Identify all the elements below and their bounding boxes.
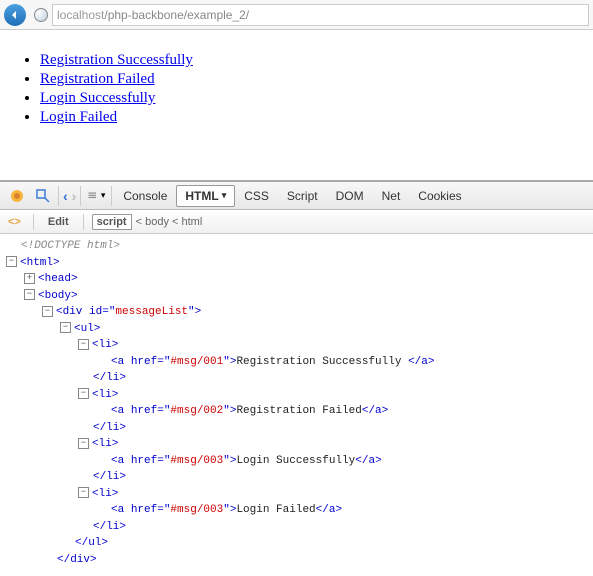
- tag-li-close[interactable]: </li>: [93, 372, 126, 384]
- html-tree[interactable]: <!DOCTYPE html> −<html> +<head> −<body> …: [0, 234, 593, 572]
- message-link[interactable]: Registration Successfully: [40, 52, 193, 68]
- twisty-icon[interactable]: −: [78, 438, 89, 449]
- tag-li-close[interactable]: </li>: [93, 422, 126, 434]
- tag-li[interactable]: <li>: [92, 389, 118, 401]
- chevron-down-icon: ▾: [101, 190, 106, 201]
- site-icon: [34, 8, 48, 22]
- twisty-icon[interactable]: −: [60, 322, 71, 333]
- text-node[interactable]: Login Successfully: [236, 455, 355, 467]
- twisty-icon[interactable]: −: [42, 306, 53, 317]
- message-list: Registration Successfully Registration F…: [40, 52, 583, 126]
- separator: [83, 214, 84, 230]
- tab-css[interactable]: CSS: [235, 185, 278, 207]
- twisty-icon[interactable]: −: [78, 487, 89, 498]
- message-link[interactable]: Registration Failed: [40, 71, 155, 87]
- twisty-icon[interactable]: +: [24, 273, 35, 284]
- tab-console[interactable]: Console: [114, 185, 176, 207]
- tab-script[interactable]: Script: [278, 185, 327, 207]
- tag-body[interactable]: <body>: [38, 290, 78, 302]
- tab-html[interactable]: HTML ▾: [176, 185, 235, 207]
- url-path: /php-backbone/example_2/: [104, 8, 249, 22]
- breadcrumb-rest[interactable]: < body < html: [136, 215, 203, 229]
- tag-ul-close[interactable]: </ul>: [75, 537, 108, 549]
- devtools-subbar: <> Edit script < body < html: [0, 210, 593, 234]
- twisty-icon[interactable]: −: [6, 256, 17, 267]
- list-item: Login Successfully: [40, 90, 583, 107]
- list-item: Registration Successfully: [40, 52, 583, 69]
- tag-a[interactable]: <a href="#msg/003">: [111, 455, 236, 467]
- chevron-down-icon: ▾: [222, 190, 227, 201]
- tag-a[interactable]: <a href="#msg/003">: [111, 504, 236, 516]
- history-back-icon[interactable]: ‹: [61, 188, 70, 204]
- tag-li-close[interactable]: </li>: [93, 471, 126, 483]
- inspect-icon[interactable]: [34, 187, 52, 205]
- devtools-panel: ‹ › ▾ Console HTML ▾ CSS Script DOM Net C…: [0, 180, 593, 572]
- menu-icon[interactable]: ▾: [87, 187, 105, 205]
- tag-li[interactable]: <li>: [92, 438, 118, 450]
- breadcrumb-current[interactable]: script: [92, 214, 132, 230]
- tag-li[interactable]: <li>: [92, 339, 118, 351]
- list-item: Login Failed: [40, 109, 583, 126]
- tab-html-label: HTML: [185, 189, 218, 203]
- tag-li[interactable]: <li>: [92, 488, 118, 500]
- page-content: Registration Successfully Registration F…: [0, 30, 593, 180]
- history-forward-icon[interactable]: ›: [70, 188, 79, 204]
- tag-a[interactable]: <a href="#msg/001">: [111, 356, 236, 368]
- separator: [58, 186, 59, 206]
- devtools-toolbar: ‹ › ▾ Console HTML ▾ CSS Script DOM Net C…: [0, 182, 593, 210]
- twisty-icon[interactable]: −: [24, 289, 35, 300]
- tab-cookies[interactable]: Cookies: [409, 185, 470, 207]
- back-button[interactable]: [4, 4, 26, 26]
- edit-button[interactable]: Edit: [42, 216, 75, 228]
- tag-html[interactable]: <html>: [20, 257, 60, 269]
- twisty-icon[interactable]: −: [78, 339, 89, 350]
- tag-a[interactable]: <a href="#msg/002">: [111, 405, 236, 417]
- separator: [33, 214, 34, 230]
- text-node[interactable]: Login Failed: [236, 504, 315, 516]
- tab-dom[interactable]: DOM: [327, 185, 373, 207]
- message-link[interactable]: Login Successfully: [40, 90, 155, 106]
- tag-head[interactable]: <head>: [38, 273, 78, 285]
- text-node[interactable]: Registration Failed: [236, 405, 361, 417]
- tag-div[interactable]: <div id="messageList">: [56, 306, 201, 318]
- address-bar[interactable]: localhost/php-backbone/example_2/: [52, 4, 589, 26]
- tag-ul[interactable]: <ul>: [74, 323, 100, 335]
- firebug-icon[interactable]: [8, 187, 26, 205]
- separator: [111, 186, 112, 206]
- text-node[interactable]: Registration Successfully: [236, 356, 408, 368]
- tag-li-close[interactable]: </li>: [93, 521, 126, 533]
- message-link[interactable]: Login Failed: [40, 109, 117, 125]
- doctype-node: <!DOCTYPE html>: [21, 240, 120, 252]
- break-icon[interactable]: <>: [4, 216, 25, 228]
- separator: [80, 186, 81, 206]
- list-item: Registration Failed: [40, 71, 583, 88]
- tag-div-close[interactable]: </div>: [57, 554, 97, 566]
- url-host: localhost: [57, 8, 104, 22]
- tab-net[interactable]: Net: [373, 185, 410, 207]
- browser-nav-bar: localhost/php-backbone/example_2/: [0, 0, 593, 30]
- twisty-icon[interactable]: −: [78, 388, 89, 399]
